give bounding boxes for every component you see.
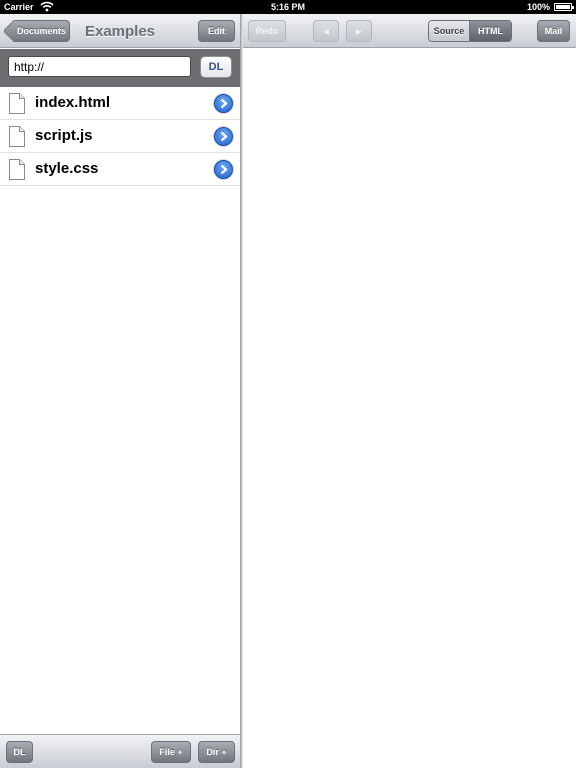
battery-icon	[554, 3, 574, 11]
battery-percent: 100%	[526, 2, 550, 12]
mail-button[interactable]: Mail	[537, 20, 570, 42]
detail-disclosure-icon[interactable]	[214, 127, 233, 146]
clock: 5:16 PM	[270, 2, 305, 12]
file-name: script.js	[35, 127, 93, 144]
file-row-index-html[interactable]: index.html	[0, 87, 240, 120]
segment-html[interactable]: HTML	[470, 21, 511, 41]
url-bar: DL	[0, 49, 240, 87]
file-name: index.html	[35, 94, 111, 111]
edit-button[interactable]: Edit	[198, 20, 235, 42]
arrow-left-icon: ◀	[322, 27, 330, 36]
file-icon	[9, 159, 25, 180]
bottom-toolbar: DL File + Dir +	[0, 734, 240, 768]
editor-pane: Redo ◀ ▶ Source HTML Mail	[243, 14, 576, 768]
file-icon	[9, 126, 25, 147]
file-row-script-js[interactable]: script.js	[0, 120, 240, 153]
view-mode-segmented-control: Source HTML	[428, 20, 512, 42]
editor-toolbar: Redo ◀ ▶ Source HTML Mail	[243, 14, 576, 48]
file-icon	[9, 93, 25, 114]
add-directory-button[interactable]: Dir +	[198, 741, 235, 763]
detail-disclosure-icon[interactable]	[214, 160, 233, 179]
file-name: style.css	[35, 160, 99, 177]
redo-button[interactable]: Redo	[248, 20, 286, 42]
next-button[interactable]: ▶	[346, 20, 372, 42]
detail-disclosure-icon[interactable]	[214, 94, 233, 113]
arrow-right-icon: ▶	[355, 27, 363, 36]
page-title: Examples	[84, 23, 156, 40]
navigation-bar: Documents Examples Edit	[0, 14, 240, 48]
add-file-button[interactable]: File +	[151, 741, 191, 763]
file-row-style-css[interactable]: style.css	[0, 153, 240, 186]
download-url-button[interactable]: DL	[200, 56, 232, 78]
segment-source[interactable]: Source	[429, 21, 470, 41]
file-browser-pane: Documents Examples Edit DL index.html sc…	[0, 14, 240, 768]
previous-button[interactable]: ◀	[313, 20, 339, 42]
file-list: index.html script.js style.css	[0, 87, 240, 186]
status-bar: Carrier 5:16 PM 100%	[0, 0, 576, 14]
documents-back-button[interactable]: Documents	[14, 20, 70, 42]
url-input[interactable]	[8, 56, 191, 77]
download-button[interactable]: DL	[6, 741, 33, 763]
back-button-label: Documents	[16, 26, 66, 36]
editor-content-area[interactable]	[243, 49, 576, 768]
